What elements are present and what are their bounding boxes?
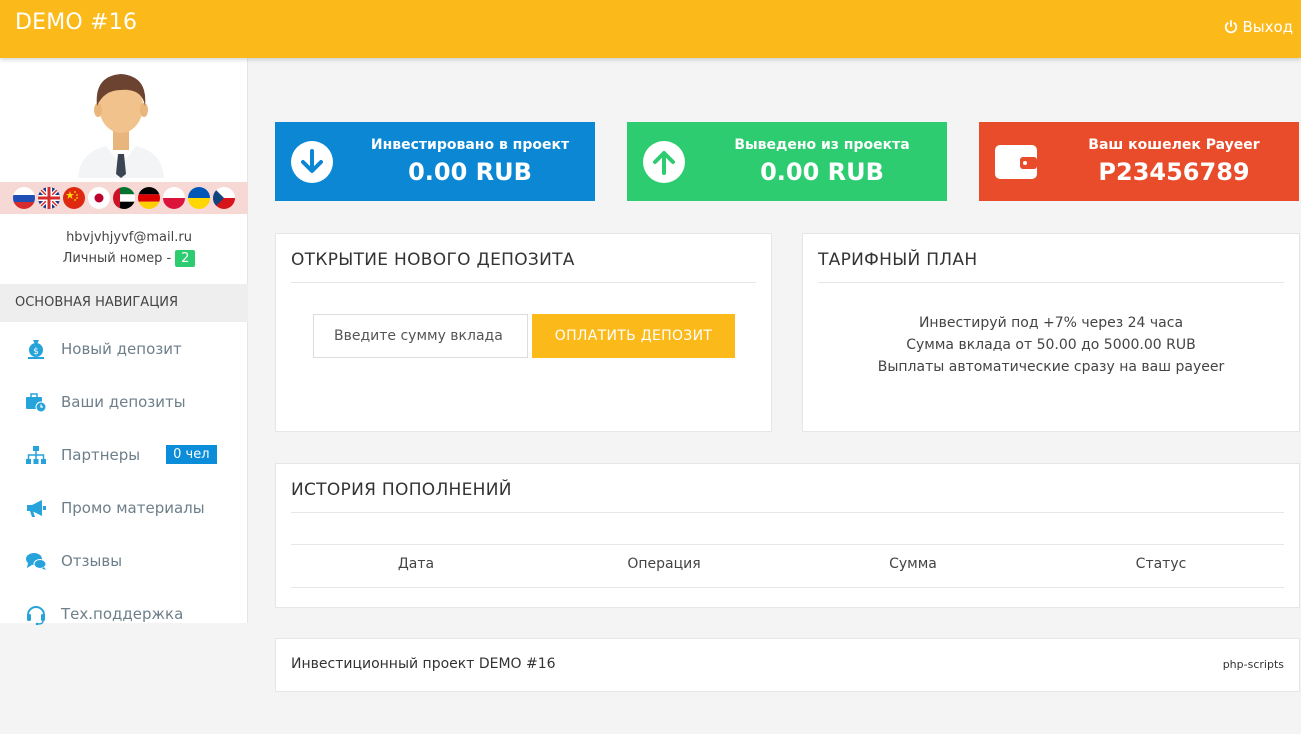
footer: Инвестиционный проект DEMO #16 php-scrip… (275, 638, 1300, 692)
tariff-line: Сумма вклада от 50.00 до 5000.00 RUB (906, 337, 1196, 353)
footer-credit-link[interactable]: php-scripts (1223, 658, 1284, 671)
money-bag-icon: $ (28, 339, 44, 359)
nav-heading: ОСНОВНАЯ НАВИГАЦИЯ (0, 284, 248, 322)
poland-flag-icon[interactable] (163, 187, 185, 209)
svg-text:$: $ (33, 347, 39, 357)
uk-flag-icon[interactable] (38, 187, 60, 209)
uae-flag-icon[interactable] (113, 187, 135, 209)
logout-label: Выход (1242, 18, 1293, 36)
wallet-icon (995, 145, 1037, 179)
stat-title: Выведено из проекта (734, 137, 910, 153)
russia-flag-icon[interactable] (13, 187, 35, 209)
stat-value: 0.00 RUB (760, 158, 884, 186)
megaphone-icon (27, 499, 46, 517)
stat-value: 0.00 RUB (408, 158, 532, 186)
history-panel: ИСТОРИЯ ПОПОЛНЕНИЙ Дата Операция Сумма С… (275, 463, 1300, 608)
tariff-panel: ТАРИФНЫЙ ПЛАН Инвестируй под +7% через 2… (802, 233, 1300, 432)
user-email: hbvjvhjyvf@mail.ru (66, 230, 192, 245)
table-header-top-border (291, 544, 1284, 545)
column-header-operation: Операция (627, 556, 701, 572)
nav-item-label: Новый депозит (61, 339, 182, 358)
nav-item-your-deposits[interactable]: Ваши депозиты (0, 375, 248, 428)
arrow-down-circle-icon (291, 141, 333, 183)
footer-project-name: Инвестиционный проект DEMO #16 (291, 656, 556, 672)
divider (291, 282, 756, 283)
tariff-panel-title: ТАРИФНЫЙ ПЛАН (818, 250, 978, 270)
nav-item-label: Тех.поддержка (61, 604, 184, 623)
partners-count-badge: 0 чел (166, 445, 217, 464)
stat-value: P23456789 (1098, 158, 1250, 186)
czech-flag-icon[interactable] (213, 187, 235, 209)
stat-title: Ваш кошелек Payeer (1088, 137, 1260, 153)
divider (291, 512, 1284, 513)
avatar (78, 74, 164, 178)
nav-item-label: Отзывы (61, 551, 123, 570)
china-flag-icon[interactable] (63, 187, 85, 209)
table-header-bottom-border (291, 587, 1284, 588)
stat-withdrawn: Выведено из проекта 0.00 RUB (627, 122, 947, 201)
column-header-amount: Сумма (889, 556, 937, 572)
deposit-panel-title: ОТКРЫТИЕ НОВОГО ДЕПОЗИТА (291, 250, 575, 270)
divider (818, 282, 1284, 283)
nav-item-support[interactable]: Тех.поддержка (0, 587, 248, 640)
arrow-up-circle-icon (643, 141, 685, 183)
nav-item-reviews[interactable]: Отзывы (0, 534, 248, 587)
sidebar: hbvjvhjyvf@mail.ru Личный номер - 2 ОСНО… (0, 58, 248, 625)
tariff-line: Выплаты автоматические сразу на ваш paye… (877, 359, 1225, 375)
personal-number-label: Личный номер - (62, 251, 172, 266)
history-panel-title: ИСТОРИЯ ПОПОЛНЕНИЙ (291, 480, 512, 500)
language-flags (0, 182, 248, 214)
comments-icon (26, 552, 47, 570)
ukraine-flag-icon[interactable] (188, 187, 210, 209)
sitemap-icon (26, 445, 46, 464)
japan-flag-icon[interactable] (88, 187, 110, 209)
headset-icon (27, 605, 45, 625)
brand-title[interactable]: DEMO #16 (15, 10, 137, 35)
deposit-amount-input[interactable] (313, 314, 528, 358)
nav-item-new-deposit[interactable]: $ Новый депозит (0, 322, 248, 375)
briefcase-clock-icon (26, 392, 47, 412)
nav-item-label: Ваши депозиты (61, 392, 186, 411)
nav-item-promo[interactable]: Промо материалы (0, 481, 248, 534)
personal-number: Личный номер - 2 (0, 250, 258, 267)
nav-item-label: Партнеры (61, 445, 141, 464)
top-bar: DEMO #16 Выход (0, 0, 1301, 58)
tariff-line: Инвестируй под +7% через 24 часа (918, 315, 1184, 331)
column-header-date: Дата (397, 556, 435, 572)
deposit-panel: ОТКРЫТИЕ НОВОГО ДЕПОЗИТА ОПЛАТИТЬ ДЕПОЗИ… (275, 233, 772, 432)
logout-button[interactable]: Выход (1224, 18, 1293, 36)
stat-title: Инвестировано в проект (370, 137, 570, 153)
nav-item-partners[interactable]: Партнеры 0 чел (0, 428, 248, 481)
column-header-status: Статус (1135, 556, 1187, 572)
stat-invested: Инвестировано в проект 0.00 RUB (275, 122, 595, 201)
power-icon (1225, 20, 1238, 34)
germany-flag-icon[interactable] (138, 187, 160, 209)
stat-wallet: Ваш кошелек Payeer P23456789 (979, 122, 1299, 201)
personal-number-badge: 2 (175, 250, 196, 267)
nav-item-label: Промо материалы (61, 498, 205, 517)
pay-deposit-button[interactable]: ОПЛАТИТЬ ДЕПОЗИТ (532, 314, 735, 358)
